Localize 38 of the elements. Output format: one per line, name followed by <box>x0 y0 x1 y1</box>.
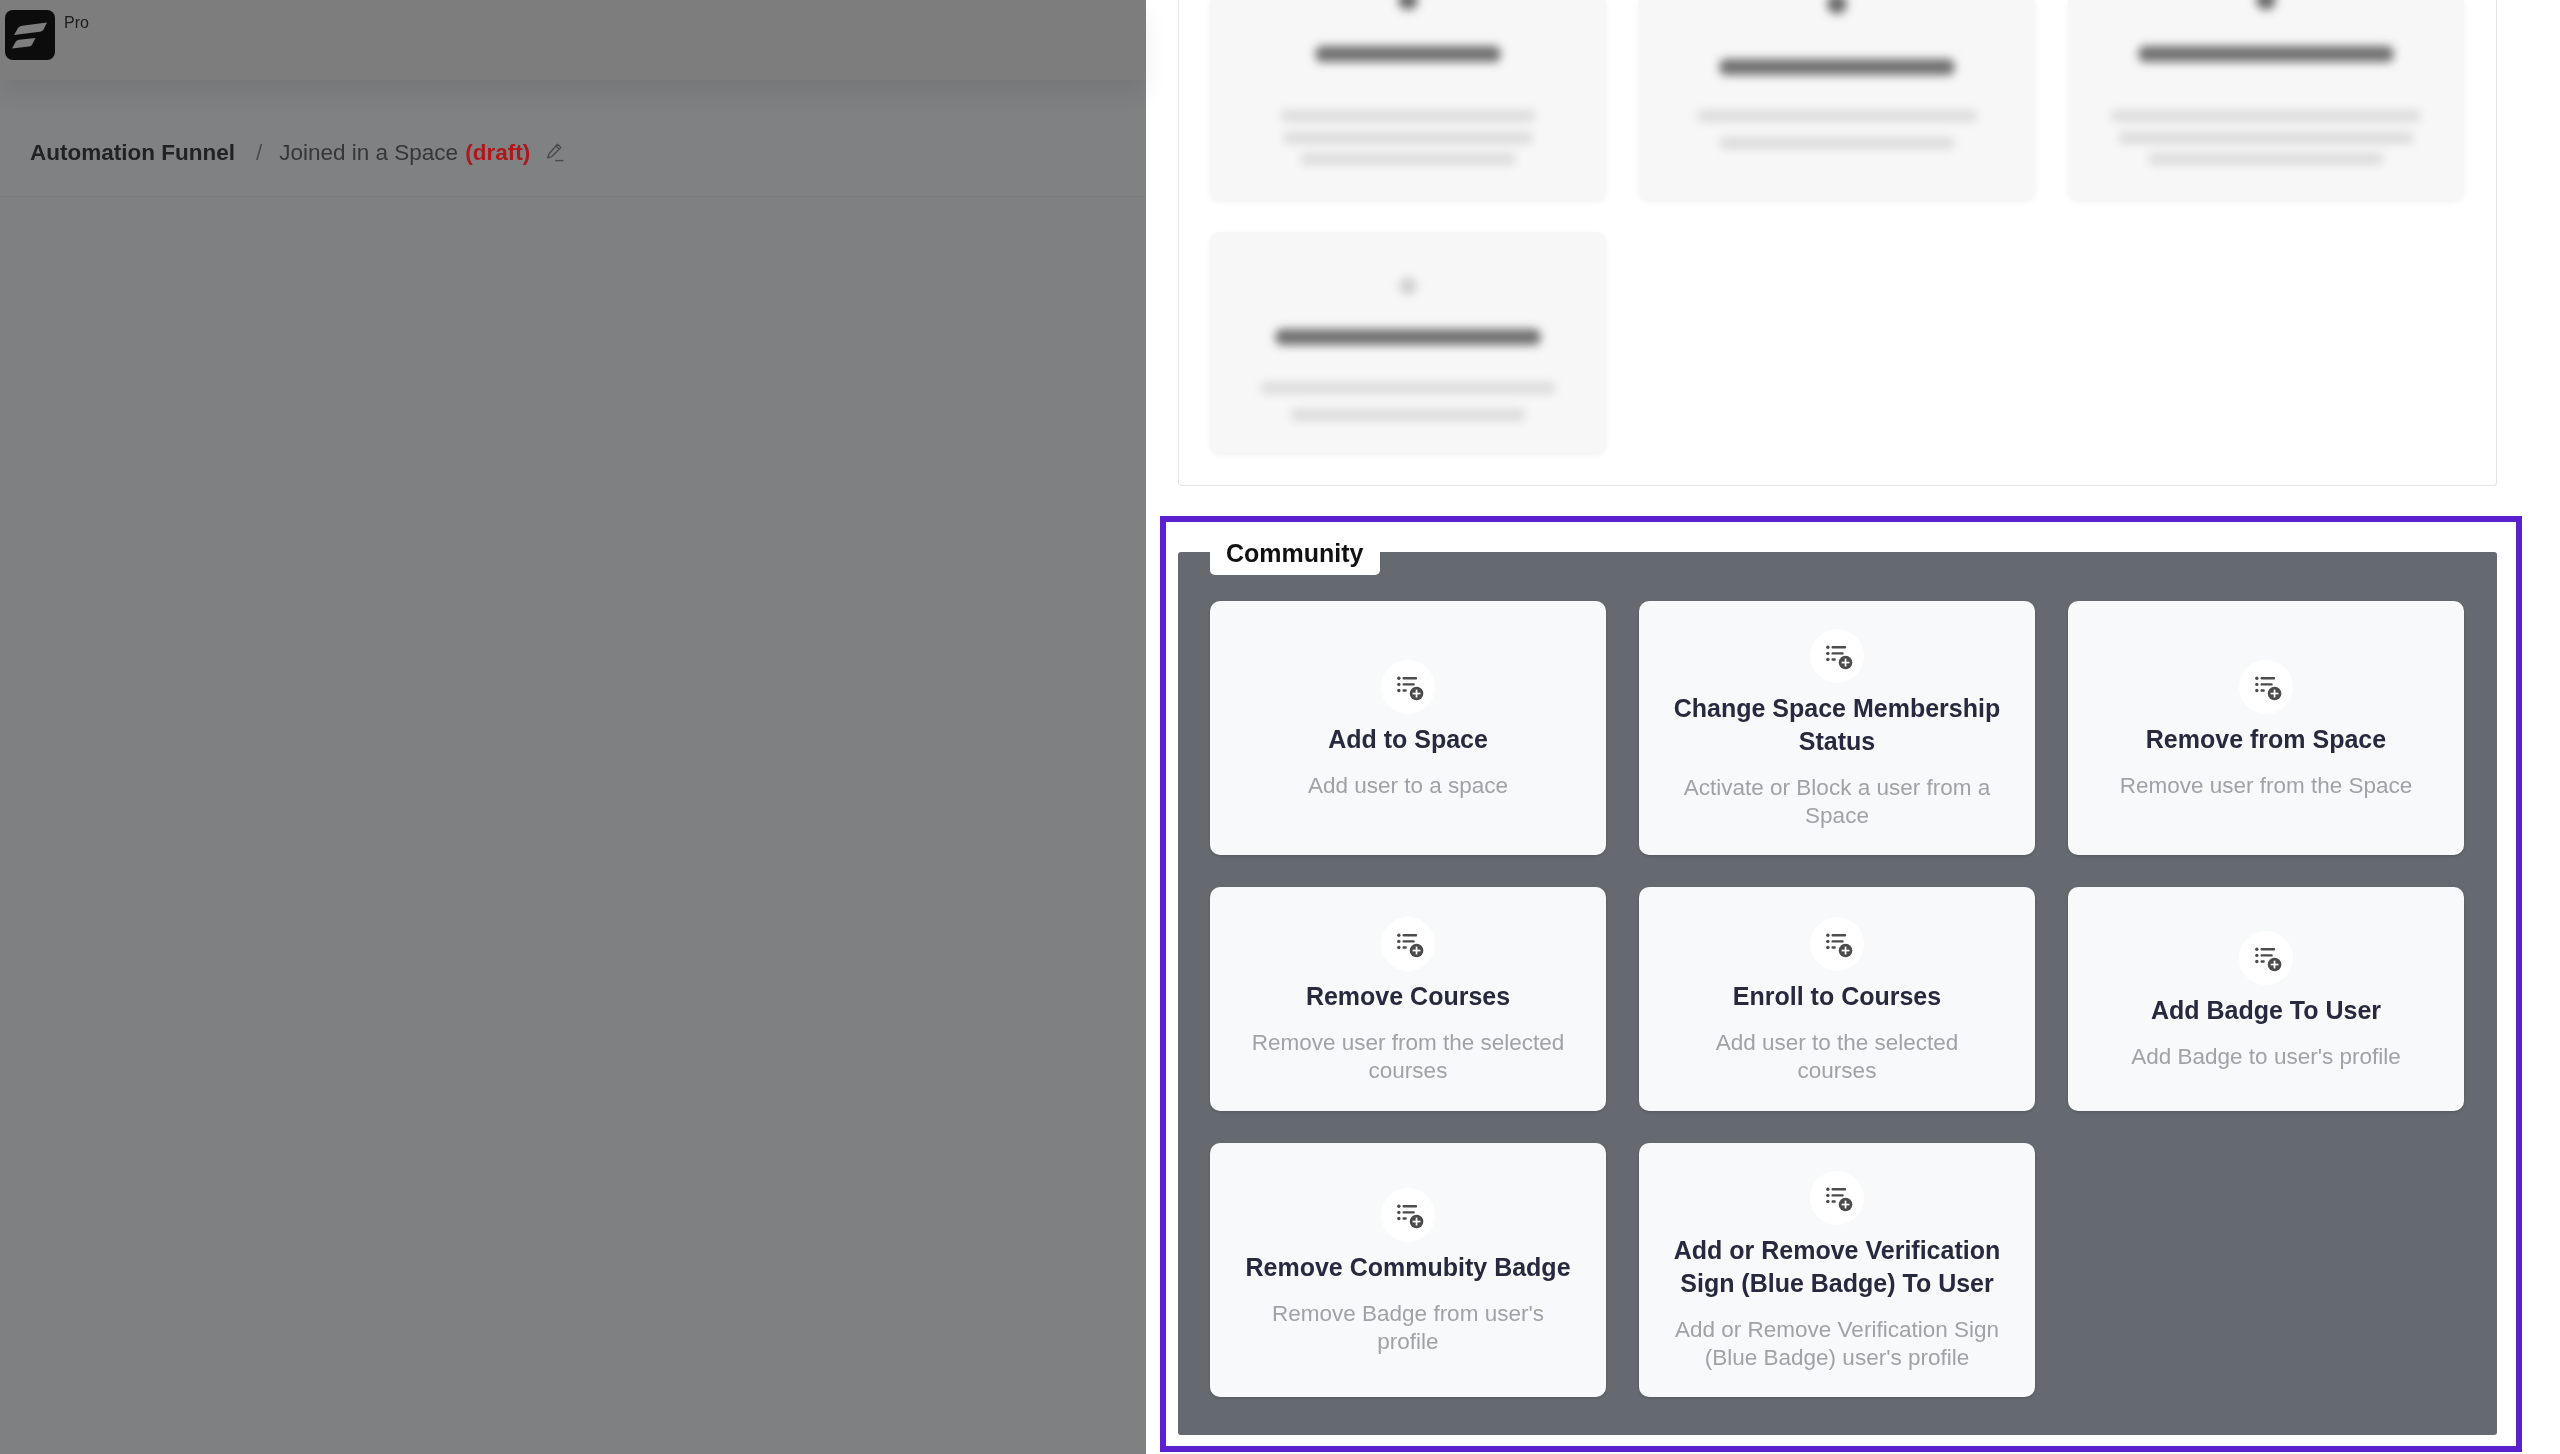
list-plus-icon <box>1381 916 1435 971</box>
list-plus-icon <box>1810 916 1864 971</box>
list-plus-icon <box>1810 629 1864 683</box>
list-plus-icon <box>1381 1187 1435 1242</box>
card-title: Remove Commubity Badge <box>1245 1251 1571 1283</box>
card-title: Remove Courses <box>1305 980 1511 1012</box>
card-description: Remove Badge from user's profile <box>1271 1299 1545 1356</box>
card-title: Remove from Space <box>2145 723 2387 755</box>
card-description: Add Badge to user's profile <box>2131 1042 2401 1071</box>
action-card[interactable]: Add Badge To User Add Badge to user's profile <box>2068 887 2464 1111</box>
list-plus-icon <box>2239 659 2293 714</box>
breadcrumb-link[interactable]: Automation Funnel <box>30 138 235 168</box>
card-description: Activate or Block a user from a Space <box>1682 774 1992 830</box>
action-card[interactable]: Remove Commubity Badge Remove Badge from user's profile <box>1210 1143 1606 1397</box>
card-description: Add or Remove Verification Sign (Blue Badge) user's profile <box>1674 1316 2000 1372</box>
card-title: Enroll to Courses <box>1732 980 1942 1012</box>
plan-label: Pro <box>64 13 89 33</box>
card-title: Add or Remove Verification Sign (Blue Badge) To User <box>1672 1235 2002 1299</box>
card-title: Change Space Membership Status <box>1672 693 2002 757</box>
action-card[interactable]: Enroll to Courses Add user to the selected courses <box>1639 887 2035 1111</box>
breadcrumb-separator: / <box>256 139 263 167</box>
funnel-name: Joined in a Space <box>279 139 459 167</box>
card-description: Add user to the selected courses <box>1714 1028 1960 1085</box>
logo-icon[interactable] <box>5 10 55 60</box>
action-card[interactable]: Add or Remove Verification Sign (Blue Badge) To User Add or Remove Verification Sign (Blue Badge) user's profile <box>1639 1143 2035 1397</box>
action-card[interactable]: Remove from Space Remove user from the Space <box>2068 601 2464 855</box>
card-title: Add to Space <box>1328 723 1488 755</box>
list-plus-icon <box>1381 659 1435 714</box>
action-card[interactable]: Remove Courses Remove user from the selected courses <box>1210 887 1606 1111</box>
list-plus-icon <box>1810 1171 1864 1225</box>
list-plus-icon <box>2239 930 2293 985</box>
card-description: Add user to a space <box>1307 771 1509 800</box>
card-description: Remove user from the selected courses <box>1250 1028 1566 1085</box>
card-description: Remove user from the Space <box>2119 771 2413 800</box>
card-title: Add Badge To User <box>2150 994 2382 1026</box>
draft-status: (draft) <box>465 139 531 167</box>
action-card[interactable]: Change Space Membership Status Activate or Block a user from a Space <box>1639 601 2035 855</box>
action-card[interactable]: Add to Space Add user to a space <box>1210 601 1606 855</box>
